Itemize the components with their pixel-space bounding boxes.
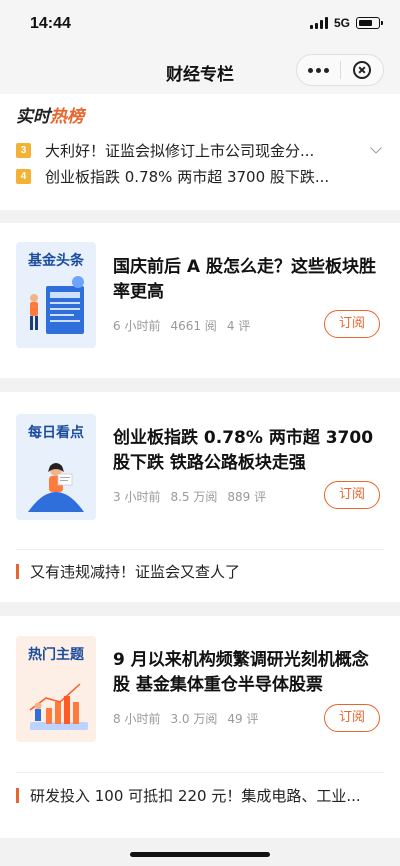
home-indicator[interactable] — [130, 852, 270, 857]
related-news-item[interactable]: 又有违规减持！证监会又查人了 — [16, 549, 384, 593]
signal-icon — [309, 17, 328, 29]
article-card[interactable]: 热门主题 9 月以来机构频繁调研光刻机概念股 基金集体重仓半导体股票 8 小时前… — [0, 616, 400, 838]
article-card[interactable]: 每日看点 创业板指跌 0.78% 两市超 3700 股下跌 铁路公路板块走强 3… — [0, 392, 400, 602]
nav-bar: 财经专栏 — [0, 48, 400, 94]
related-news-text: 研发投入 100 可抵扣 220 元！集成电路、工业... — [30, 787, 361, 805]
related-news-text: 又有违规减持！证监会又查人了 — [30, 563, 241, 581]
article-card[interactable]: 基金头条 国庆前后 A 股怎么走？这些板块胜率更高 6 小时前 4661 阅 4… — [0, 223, 400, 378]
publish-time: 6 小时前 — [113, 319, 161, 333]
report-illustration — [30, 276, 84, 334]
article-meta: 8 小时前 3.0 万阅 49 评 — [113, 710, 258, 727]
article-title: 9 月以来机构频繁调研光刻机概念股 基金集体重仓半导体股票 — [113, 650, 369, 695]
close-icon — [352, 61, 371, 79]
article-title: 国庆前后 A 股怎么走？这些板块胜率更高 — [113, 257, 376, 302]
comment-count: 889 评 — [227, 490, 267, 504]
rank-badge: 3 — [16, 142, 31, 158]
rank-badge: 4 — [16, 168, 31, 184]
chevron-down-icon[interactable] — [370, 142, 382, 154]
hot-list-item[interactable]: 3 大利好！证监会拟修订上市公司现金分... — [16, 139, 340, 161]
comment-count: 4 评 — [226, 319, 251, 333]
related-news-item[interactable]: 研发投入 100 可抵扣 220 元！集成电路、工业... — [16, 772, 384, 818]
article-thumbnail: 热门主题 — [16, 636, 96, 742]
more-icon[interactable] — [297, 67, 340, 73]
accent-bar — [16, 788, 19, 803]
status-icons: 5G — [309, 16, 383, 30]
subscribe-button[interactable]: 订阅 — [324, 310, 380, 338]
hot-list-logo: 实时热榜 — [16, 107, 84, 127]
article-title: 创业板指跌 0.78% 两市超 3700 股下跌 铁路公路板块走强 — [113, 428, 374, 473]
battery-icon — [356, 17, 383, 29]
status-time: 14:44 — [30, 15, 71, 32]
status-bar: 14:44 5G — [0, 0, 400, 48]
subscribe-button[interactable]: 订阅 — [324, 481, 380, 509]
reader-illustration — [28, 463, 84, 512]
network-type: 5G — [333, 16, 350, 30]
subscribe-button[interactable]: 订阅 — [324, 704, 380, 732]
hot-list-card: 实时热榜 3 大利好！证监会拟修订上市公司现金分... 4 创业板指跌 0.78… — [0, 94, 400, 210]
close-button[interactable] — [341, 61, 383, 79]
read-count: 3.0 万阅 — [170, 712, 218, 726]
miniprogram-capsule — [296, 54, 384, 86]
hot-list-item[interactable]: 4 创业板指跌 0.78% 两市超 3700 股下跌... — [16, 165, 340, 187]
hot-item-text: 大利好！证监会拟修订上市公司现金分... — [45, 141, 315, 160]
accent-bar — [16, 564, 19, 579]
article-thumbnail: 基金头条 — [16, 242, 96, 348]
publish-time: 3 小时前 — [113, 490, 161, 504]
article-thumbnail: 每日看点 — [16, 414, 96, 520]
article-meta: 6 小时前 4661 阅 4 评 — [113, 317, 250, 334]
hot-item-text: 创业板指跌 0.78% 两市超 3700 股下跌... — [45, 167, 330, 186]
read-count: 4661 阅 — [170, 319, 217, 333]
read-count: 8.5 万阅 — [170, 490, 218, 504]
article-meta: 3 小时前 8.5 万阅 889 评 — [113, 488, 266, 505]
chart-illustration — [29, 683, 88, 730]
publish-time: 8 小时前 — [113, 712, 161, 726]
comment-count: 49 评 — [227, 712, 259, 726]
